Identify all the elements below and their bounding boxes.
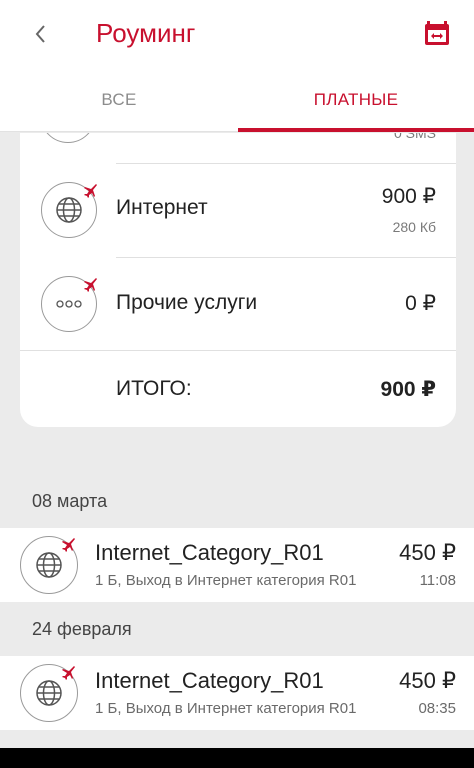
service-label: Прочие услуги <box>116 291 258 314</box>
transaction-time: 11:08 <box>419 572 456 589</box>
tab-paid[interactable]: ПЛАТНЫЕ <box>238 68 474 132</box>
tab-all[interactable]: ВСЕ <box>0 68 238 132</box>
date-header: 08 марта <box>32 491 108 511</box>
airplane-icon <box>84 278 97 292</box>
transaction-description: 1 Б, Выход в Интернет категория R01 <box>95 572 357 589</box>
total-label: ИТОГО: <box>116 377 192 400</box>
calendar-button[interactable] <box>420 16 454 50</box>
service-volume: 280 Кб <box>392 219 436 235</box>
service-label: Интернет <box>116 196 208 219</box>
sms-count: 0 SMS <box>393 133 436 141</box>
system-navigation-bar <box>0 748 474 768</box>
transaction-item[interactable]: Internet_Category_R01 1 Б, Выход в Интер… <box>0 528 474 602</box>
chevron-left-icon <box>35 25 45 43</box>
transaction-amount: 450 ₽ <box>399 540 456 565</box>
back-button[interactable] <box>22 16 58 52</box>
airplane-icon <box>84 184 97 198</box>
transaction-name: Internet_Category_R01 <box>95 540 324 565</box>
transaction-name: Internet_Category_R01 <box>95 668 324 693</box>
service-amount: 900 ₽ <box>381 185 436 208</box>
divider <box>20 350 456 351</box>
date-header: 24 февраля <box>32 619 132 639</box>
airplane-icon <box>62 666 75 680</box>
total-value: 900 ₽ <box>380 378 436 401</box>
calendar-icon <box>425 21 449 45</box>
active-tab-indicator <box>238 128 474 132</box>
service-row-internet[interactable]: Интернет 900 ₽ 280 Кб <box>20 164 456 257</box>
sms-service-icon <box>40 133 96 143</box>
transaction-amount: 450 ₽ <box>399 668 456 693</box>
summary-card: 0 SMS Интернет 900 ₽ 280 Кб Прочие услуг… <box>20 133 456 427</box>
airplane-icon <box>62 538 75 552</box>
tab-bar: ВСЕ ПЛАТНЫЕ <box>0 68 474 132</box>
transaction-item[interactable]: Internet_Category_R01 1 Б, Выход в Интер… <box>0 656 474 730</box>
service-row-other[interactable]: Прочие услуги 0 ₽ <box>20 258 456 350</box>
app-header: Роуминг <box>0 0 474 68</box>
service-amount: 0 ₽ <box>405 292 436 315</box>
page-title: Роуминг <box>96 18 196 48</box>
transaction-time: 08:35 <box>418 700 456 717</box>
transaction-description: 1 Б, Выход в Интернет категория R01 <box>95 700 357 717</box>
